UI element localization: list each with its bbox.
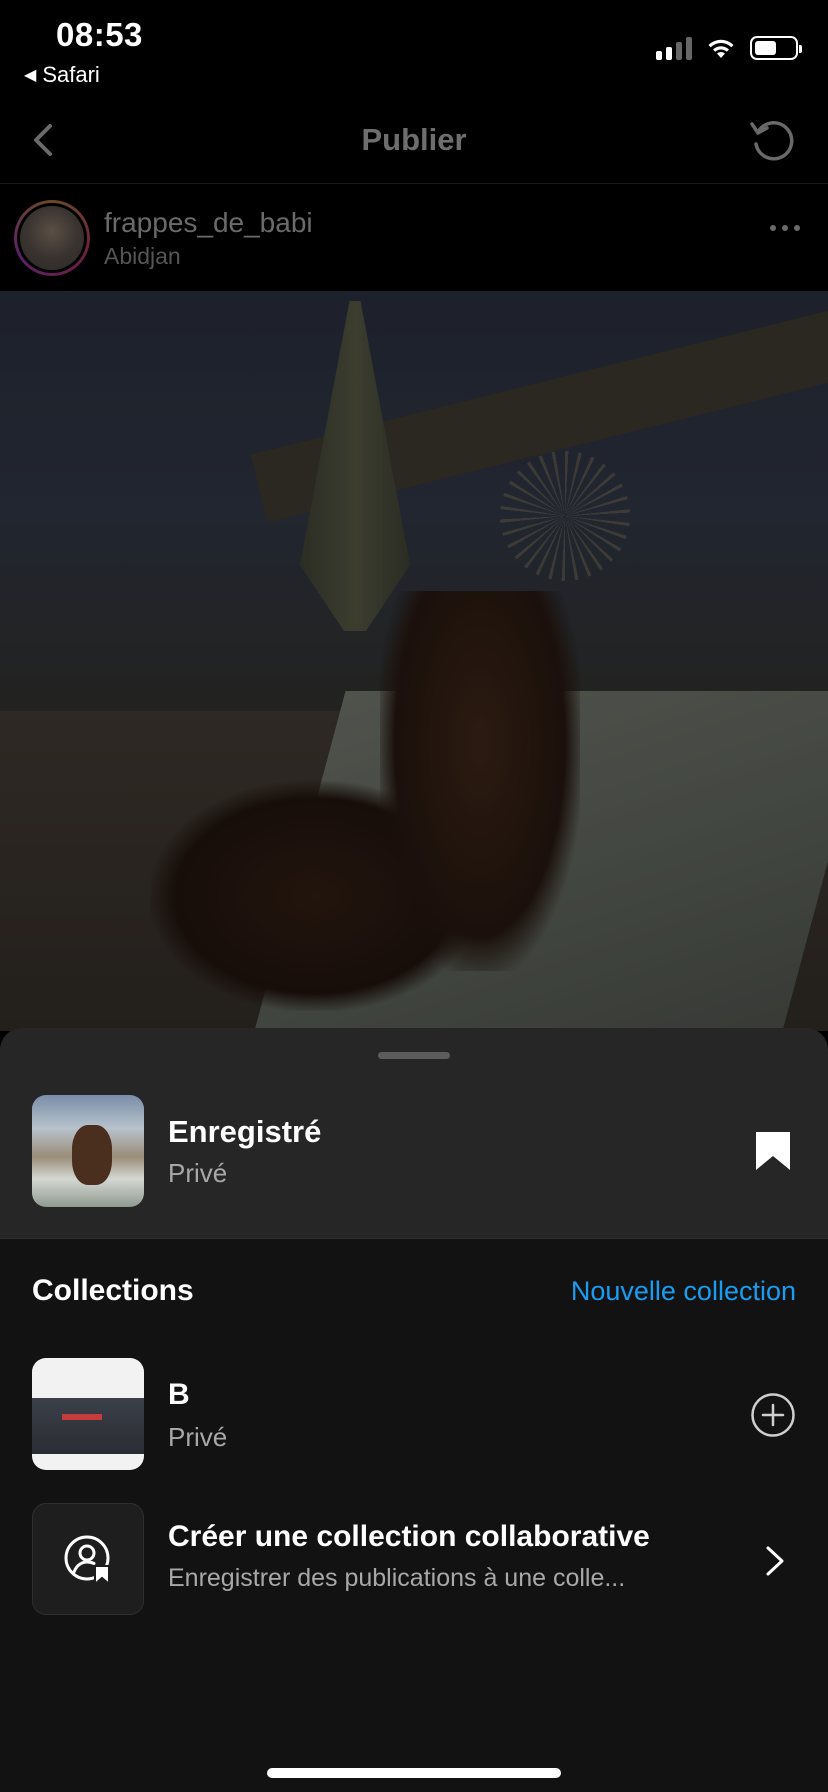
home-indicator[interactable] — [267, 1768, 561, 1778]
sheet-drag-handle[interactable] — [378, 1052, 450, 1059]
post-photo — [0, 291, 828, 1031]
cellular-signal-icon — [656, 36, 692, 60]
post-location[interactable]: Abidjan — [104, 243, 181, 270]
collections-heading: Collections — [32, 1274, 194, 1307]
post-author-row: frappes_de_babi Abidjan — [0, 185, 828, 291]
page-title: Publier — [361, 122, 467, 157]
wifi-icon — [708, 39, 734, 58]
post-username[interactable]: frappes_de_babi — [104, 207, 313, 239]
collection-privacy: Privé — [168, 1422, 228, 1452]
status-icons — [656, 36, 802, 60]
saved-row[interactable]: Enregistré Privé — [0, 1028, 828, 1239]
collection-title[interactable]: B — [168, 1378, 190, 1412]
refresh-icon[interactable] — [746, 114, 798, 166]
post-header: Publier — [0, 96, 828, 184]
battery-icon — [750, 36, 802, 60]
chevron-right-icon[interactable] — [764, 1544, 786, 1578]
saved-title: Enregistré — [168, 1114, 322, 1149]
back-app-label: Safari — [42, 62, 100, 87]
new-collection-link[interactable]: Nouvelle collection — [571, 1276, 796, 1307]
save-to-collection-sheet: Enregistré Privé Collections Nouvelle co… — [0, 1028, 828, 1792]
plus-circle-icon[interactable] — [750, 1392, 796, 1438]
collection-thumbnail[interactable] — [32, 1358, 144, 1470]
bookmark-filled-icon[interactable] — [754, 1130, 792, 1172]
saved-privacy: Privé — [168, 1158, 228, 1188]
more-horizontal-icon[interactable] — [770, 225, 800, 231]
back-to-safari-link[interactable]: ◀ Safari — [24, 62, 100, 88]
collaborative-collection-tile[interactable] — [32, 1503, 144, 1615]
collaborative-title[interactable]: Créer une collection collaborative — [168, 1520, 650, 1554]
status-bar: 08:53 ◀ Safari — [0, 0, 828, 96]
triangle-left-icon: ◀ — [24, 67, 37, 84]
status-time: 08:53 — [56, 16, 143, 53]
avatar[interactable] — [14, 200, 90, 276]
collaborative-subtitle: Enregistrer des publications à une colle… — [168, 1564, 626, 1592]
saved-thumbnail — [32, 1095, 144, 1207]
collaborative-collection-icon — [64, 1535, 110, 1586]
